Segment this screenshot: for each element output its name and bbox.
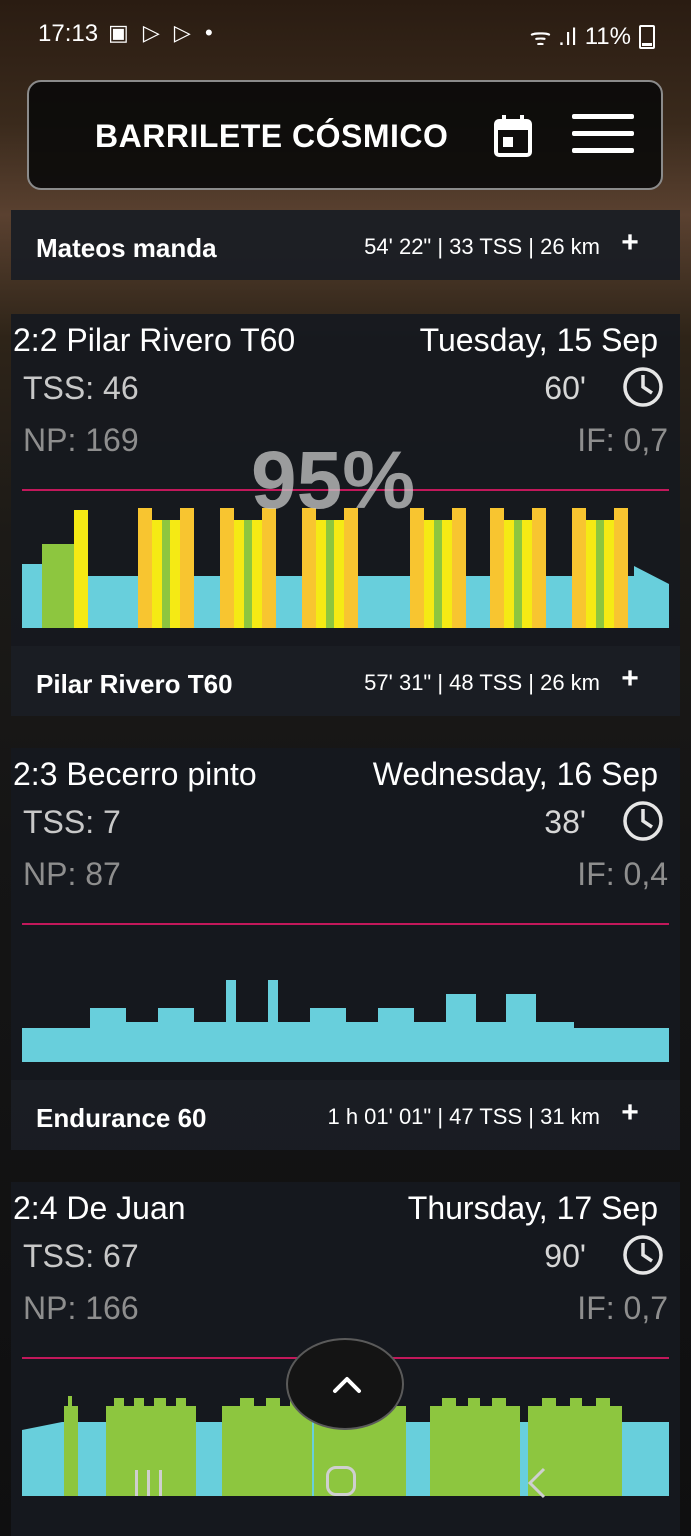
battery-level: 11% [584,22,631,50]
summary-title: Pilar Rivero T60 [36,669,233,699]
status-time: 17:13 [38,20,99,47]
workout-np: NP: 169 [23,422,139,458]
workout-np: NP: 87 [23,856,121,892]
interval-group [410,508,466,628]
workout-title: 2:4 De Juan [13,1190,186,1226]
workout-duration: 60' [544,370,586,406]
workout-if: IF: 0,7 [577,422,668,458]
workout-duration: 90' [544,1238,586,1274]
interval-bar [74,510,88,628]
summary-stats: 54' 22" | 33 TSS | 26 km [364,234,600,259]
workout-card[interactable]: 2:3 Becerro pinto Wednesday, 16 Sep TSS:… [11,748,680,1080]
signal-icon: ᯤ .ıl [529,24,577,51]
status-bar: 17:13 ▣ ▷ ▷ • ᯤ .ıl 11% [0,0,691,70]
status-right: ᯤ .ıl 11% [529,20,655,53]
completion-percent: 95% [251,435,416,526]
clock-icon [623,367,663,407]
workout-if: IF: 0,7 [577,1290,668,1326]
menu-icon[interactable] [572,114,634,158]
summary-stats: 1 h 01' 01" | 47 TSS | 31 km [327,1104,600,1129]
warmup-block [42,544,74,628]
workout-date: Thursday, 17 Sep [407,1190,658,1226]
home-icon[interactable] [326,1466,356,1496]
battery-icon [639,24,655,49]
chevron-up-icon [333,1377,361,1393]
system-nav-bar [0,1440,691,1536]
calendar-icon[interactable] [493,114,533,158]
back-icon[interactable] [526,1466,548,1500]
summary-title: Endurance 60 [36,1103,207,1133]
summary-stats: 57' 31" | 48 TSS | 26 km [364,670,600,695]
workout-if: IF: 0,4 [577,856,668,892]
workout-summary[interactable]: Pilar Rivero T60 57' 31" | 48 TSS | 26 k… [11,646,680,716]
recents-icon[interactable] [133,1468,165,1498]
add-button[interactable]: + [620,226,640,260]
endurance-profile [22,980,669,1062]
workout-tss: TSS: 7 [23,804,121,840]
workout-summary[interactable]: Mateos manda 54' 22" | 33 TSS | 26 km + [11,210,680,280]
interval-group [138,508,194,628]
workout-tss: TSS: 67 [23,1238,139,1274]
workout-tss: TSS: 46 [23,370,139,406]
workout-duration: 38' [544,804,586,840]
summary-title: Mateos manda [36,233,217,263]
workout-profile-chart [22,923,669,1062]
interval-group [490,508,546,628]
add-button[interactable]: + [620,662,640,696]
workout-np: NP: 166 [23,1290,139,1326]
workout-title: 2:3 Becerro pinto [13,756,257,792]
plan-title: BARRILETE CÓSMICO [95,118,449,154]
scroll-up-button[interactable] [286,1338,404,1430]
interval-group [572,508,628,628]
add-button[interactable]: + [620,1096,640,1130]
clock-icon [623,1235,663,1275]
workout-summary[interactable]: Endurance 60 1 h 01' 01" | 47 TSS | 31 k… [11,1080,680,1150]
notification-icons: ▣ ▷ ▷ • [108,20,217,45]
workout-card[interactable]: 2:2 Pilar Rivero T60 Tuesday, 15 Sep TSS… [11,314,680,646]
app-header: BARRILETE CÓSMICO [27,80,663,190]
workout-date: Wednesday, 16 Sep [372,756,658,792]
workout-title: 2:2 Pilar Rivero T60 [13,322,296,358]
clock-icon [623,801,663,841]
workout-date: Tuesday, 15 Sep [419,322,658,358]
